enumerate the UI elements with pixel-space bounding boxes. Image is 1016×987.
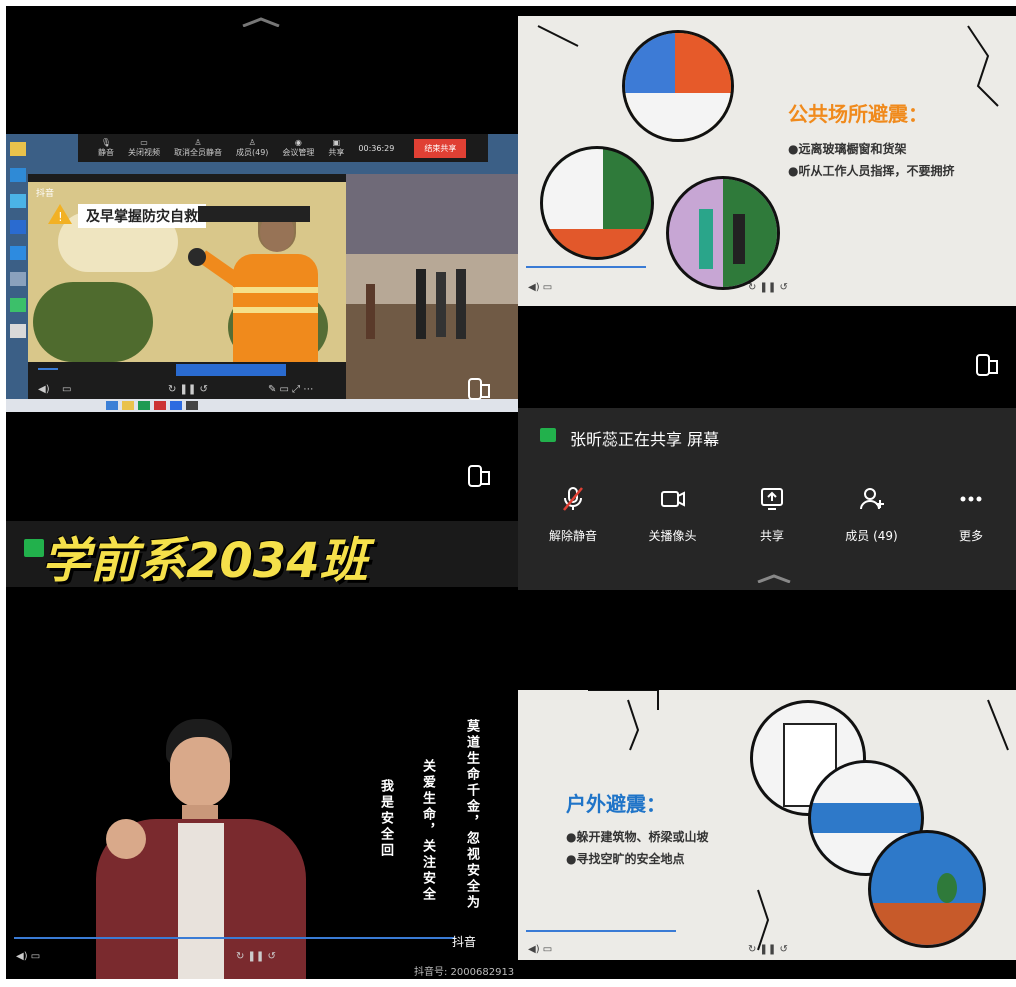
subtitle-icon[interactable]: ▭ <box>62 384 71 395</box>
volume-icon[interactable]: ◀) ▭ <box>528 282 552 293</box>
video-tile-bottom-right[interactable]: 户外避震： ●躲开建筑物、桥梁或山坡 ●寻找空旷的安全地点 ◀) ▭ ↻ ❚❚ … <box>518 590 1016 979</box>
meeting-manage-button[interactable]: ◉ 会议管理 <box>282 138 314 158</box>
street-scene-photo <box>346 174 518 406</box>
playback-controls[interactable]: ↻ ❚❚ ↺ <box>236 951 276 962</box>
unmute-button[interactable]: 解除静音 <box>528 486 618 544</box>
volume-icon[interactable]: ◀) ▭ <box>528 944 552 955</box>
playback-controls[interactable]: ↻ ❚❚ ↺ <box>748 282 788 293</box>
more-icon <box>958 486 984 519</box>
shelves-illustration <box>540 146 654 260</box>
poem-line-1: 莫道生命千金，忽视安全为 <box>464 719 479 911</box>
douyin-id: 抖音号: 2000682913 <box>414 967 515 978</box>
slide-bullet-1: ●远离玻璃橱窗和货架 <box>788 142 907 156</box>
meeting-toolbar: 🎙 静音 ▭ 关闭视频 ♙ 取消全员静音 ♙ 成员(49) ◉ 会议管理 ▣ 共享 00:3… <box>78 134 488 162</box>
mute-button[interactable]: 🎙 静音 <box>98 138 114 158</box>
caption-bar <box>176 364 286 376</box>
slide-bullet-2: ●听从工作人员指挥，不要拥挤 <box>788 164 955 178</box>
hillside-illustration <box>868 830 986 948</box>
share-button[interactable]: ▣ 共享 <box>328 138 344 158</box>
tiktok-watermark: 抖音 <box>452 935 477 949</box>
members-button[interactable]: 成员 (49) <box>827 486 917 544</box>
screen-share-icon <box>540 428 556 442</box>
phone-switch-icon[interactable] <box>974 352 1000 382</box>
screen-share-icon <box>24 539 44 557</box>
video-tile-bottom-left[interactable]: 学前系2034班 莫道生命千金，忽视安全为 关爱生命，关注安全 我是安全回 ◀)… <box>6 419 518 979</box>
slide-public-place: 公共场所避震： ●远离玻璃橱窗和货架 ●听从工作人员指挥，不要拥挤 ◀) ▭ ↻… <box>518 16 1016 306</box>
shared-desktop: 🎙 静音 ▭ 关闭视频 ♙ 取消全员静音 ♙ 成员(49) ◉ 会议管理 ▣ 共享 00:3… <box>6 134 518 412</box>
mute-all-button[interactable]: ♙ 取消全员静音 <box>174 138 222 158</box>
meeting-timer: 00:36:29 <box>358 143 395 153</box>
collapse-chevron-icon[interactable] <box>241 12 281 28</box>
camera-icon <box>660 486 686 519</box>
video-tile-top-right[interactable]: 公共场所避震： ●远离玻璃橱窗和货架 ●听从工作人员指挥，不要拥挤 ◀) ▭ ↻… <box>518 6 1016 419</box>
tiktok-watermark: 抖音 <box>36 189 55 199</box>
slide-bullet-1: ●躲开建筑物、桥梁或山坡 <box>566 830 709 844</box>
presenter-video <box>86 719 306 979</box>
camera-toggle-button[interactable]: 关播像头 <box>628 486 718 544</box>
player-tools[interactable]: ✎ ▭ ⤢ ⋯ <box>268 384 313 395</box>
more-button[interactable]: 更多 <box>926 486 1016 544</box>
warning-icon: ! <box>46 202 74 226</box>
camera-off-button[interactable]: ▭ 关闭视频 <box>128 138 160 158</box>
phone-switch-icon[interactable] <box>466 463 492 493</box>
control-bar: 解除静音 关播像头 共享 成员 (49) 更多 <box>528 486 1016 544</box>
desktop-icons <box>10 142 28 382</box>
collapse-chevron-icon[interactable] <box>756 568 792 587</box>
people-illustration <box>666 176 780 290</box>
playback-controls[interactable]: ↻ ❚❚ ↺ <box>168 384 208 395</box>
sharing-status: 张昕蕊正在共享 屏幕 <box>570 430 720 449</box>
mic-muted-icon <box>561 486 585 519</box>
toolbar-buttons: 🎙 静音 ▭ 关闭视频 ♙ 取消全员静音 ♙ 成员(49) ◉ 会议管理 ▣ 共享 <box>98 138 344 158</box>
meeting-control-panel: 张昕蕊正在共享 屏幕 解除静音 关播像头 共享 成员 (49) 更多 <box>518 408 1016 590</box>
slide-bullet-2: ●寻找空旷的安全地点 <box>566 852 685 866</box>
slide-outdoor: 户外避震： ●躲开建筑物、桥梁或山坡 ●寻找空旷的安全地点 ◀) ▭ ↻ ❚❚ … <box>518 690 1016 960</box>
slide-title: 户外避震： <box>566 792 666 816</box>
video-progress[interactable] <box>526 930 676 932</box>
share-screen-icon <box>759 486 785 519</box>
svg-text:!: ! <box>58 210 63 224</box>
phone-switch-icon[interactable] <box>466 376 492 406</box>
class-name-overlay: 学前系2034班 <box>42 533 368 589</box>
end-share-button[interactable]: 结束共享 <box>414 138 467 158</box>
video-progress[interactable] <box>14 937 454 939</box>
playback-controls[interactable]: ↻ ❚❚ ↺ <box>748 944 788 955</box>
volume-icon[interactable]: ◀) ▭ <box>16 951 40 962</box>
windows-taskbar <box>6 399 518 412</box>
poem-line-3: 我是安全回 <box>378 779 393 859</box>
video-progress[interactable] <box>526 266 646 268</box>
speaker-indicator <box>198 206 310 222</box>
room-corner-illustration <box>622 30 734 142</box>
poem-line-2: 关爱生命，关注安全 <box>420 759 435 903</box>
volume-icon[interactable]: ◀) <box>38 384 50 395</box>
video-progress[interactable] <box>38 368 58 370</box>
slide-title: 公共场所避震： <box>788 102 928 126</box>
members-icon <box>859 486 885 519</box>
video-tile-top-left[interactable]: 🎙 静音 ▭ 关闭视频 ♙ 取消全员静音 ♙ 成员(49) ◉ 会议管理 ▣ 共享 00:3… <box>6 6 518 419</box>
video-player[interactable]: ! 及早掌握防灾自救 抖音 ◀) ▭ ↻ ❚❚ ↺ ✎ ▭ ⤢ ⋯ <box>28 174 346 406</box>
video-frame: ! 及早掌握防灾自救 抖音 <box>28 182 346 362</box>
name-banner: 学前系2034班 <box>6 521 518 589</box>
share-button[interactable]: 共享 <box>727 486 817 544</box>
video-title: 及早掌握防灾自救 <box>78 204 206 228</box>
members-button[interactable]: ♙ 成员(49) <box>236 138 268 158</box>
